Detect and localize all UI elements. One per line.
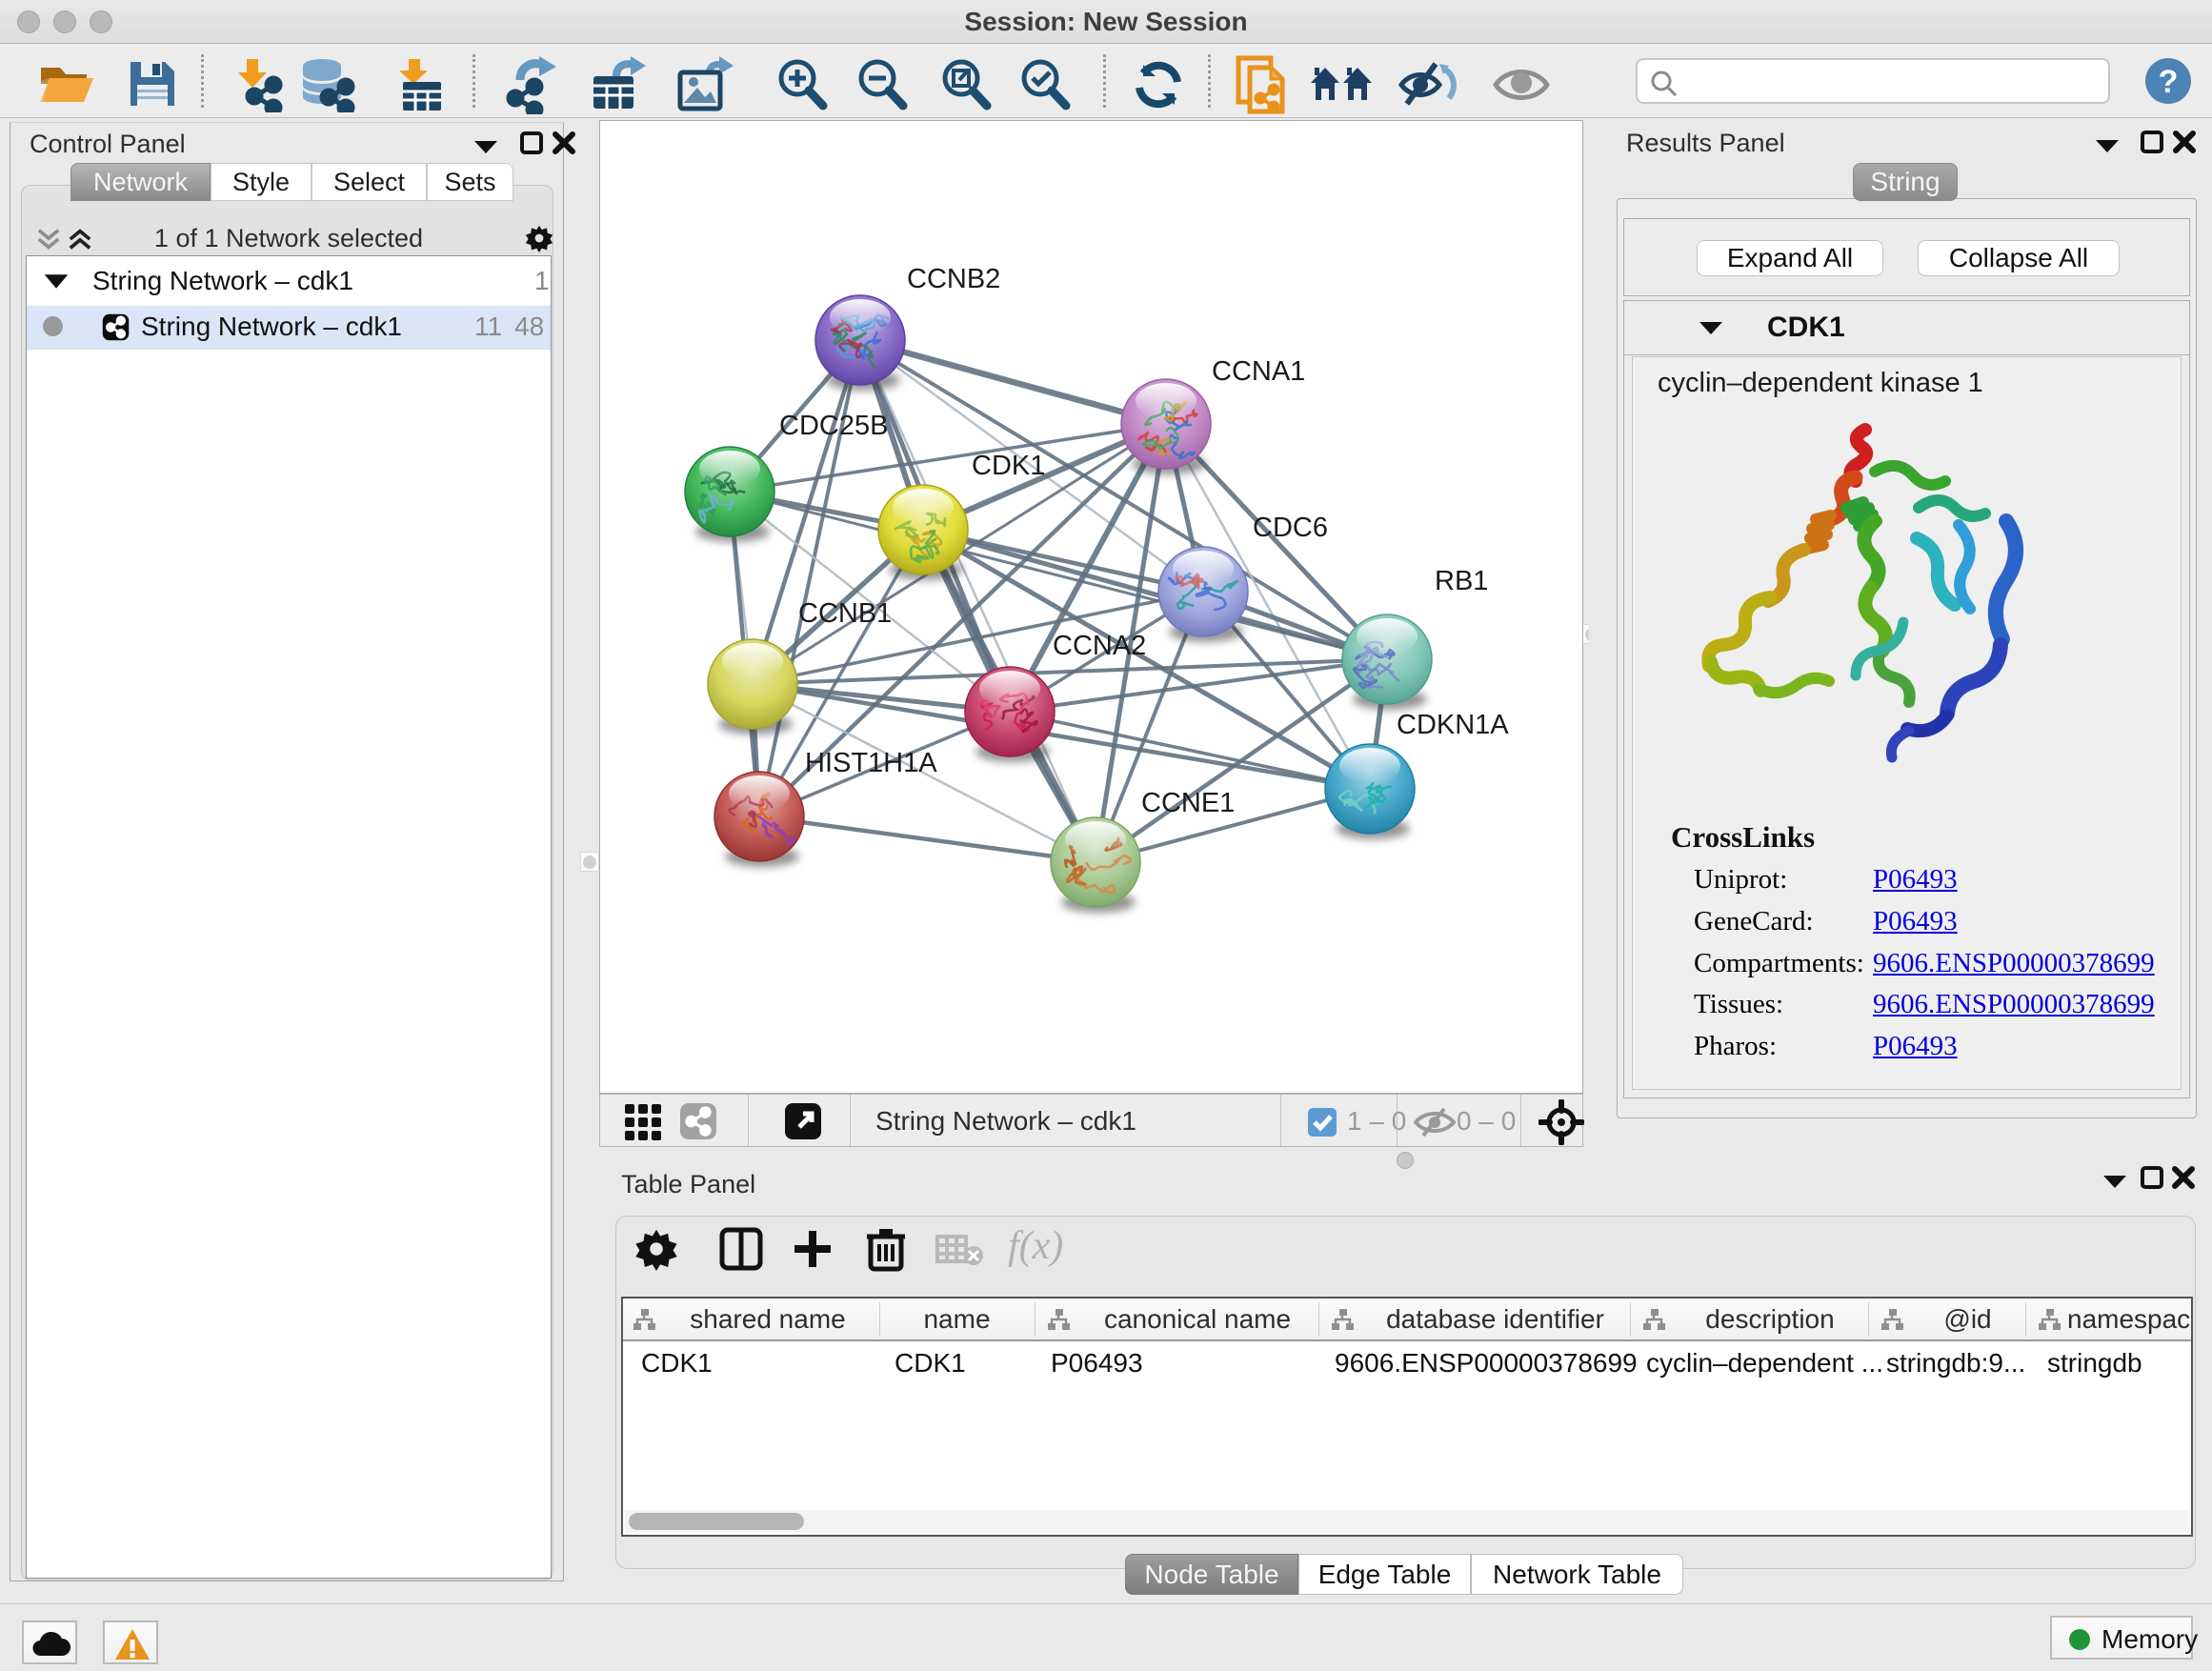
svg-text:CDC25B: CDC25B <box>779 411 888 441</box>
svg-text:CCNE1: CCNE1 <box>1141 788 1235 818</box>
svg-text:RB1: RB1 <box>1435 566 1488 596</box>
svg-text:CCNA2: CCNA2 <box>1053 631 1146 661</box>
svg-text:CDC6: CDC6 <box>1253 513 1328 543</box>
svg-text:CCNA1: CCNA1 <box>1212 356 1305 387</box>
svg-text:CDKN1A: CDKN1A <box>1397 710 1509 740</box>
svg-text:CCNB2: CCNB2 <box>907 264 1000 294</box>
svg-text:CCNB1: CCNB1 <box>798 598 892 629</box>
svg-text:?: ? <box>2159 64 2179 100</box>
svg-text:CDK1: CDK1 <box>972 451 1045 481</box>
svg-text:HIST1H1A: HIST1H1A <box>805 748 937 778</box>
